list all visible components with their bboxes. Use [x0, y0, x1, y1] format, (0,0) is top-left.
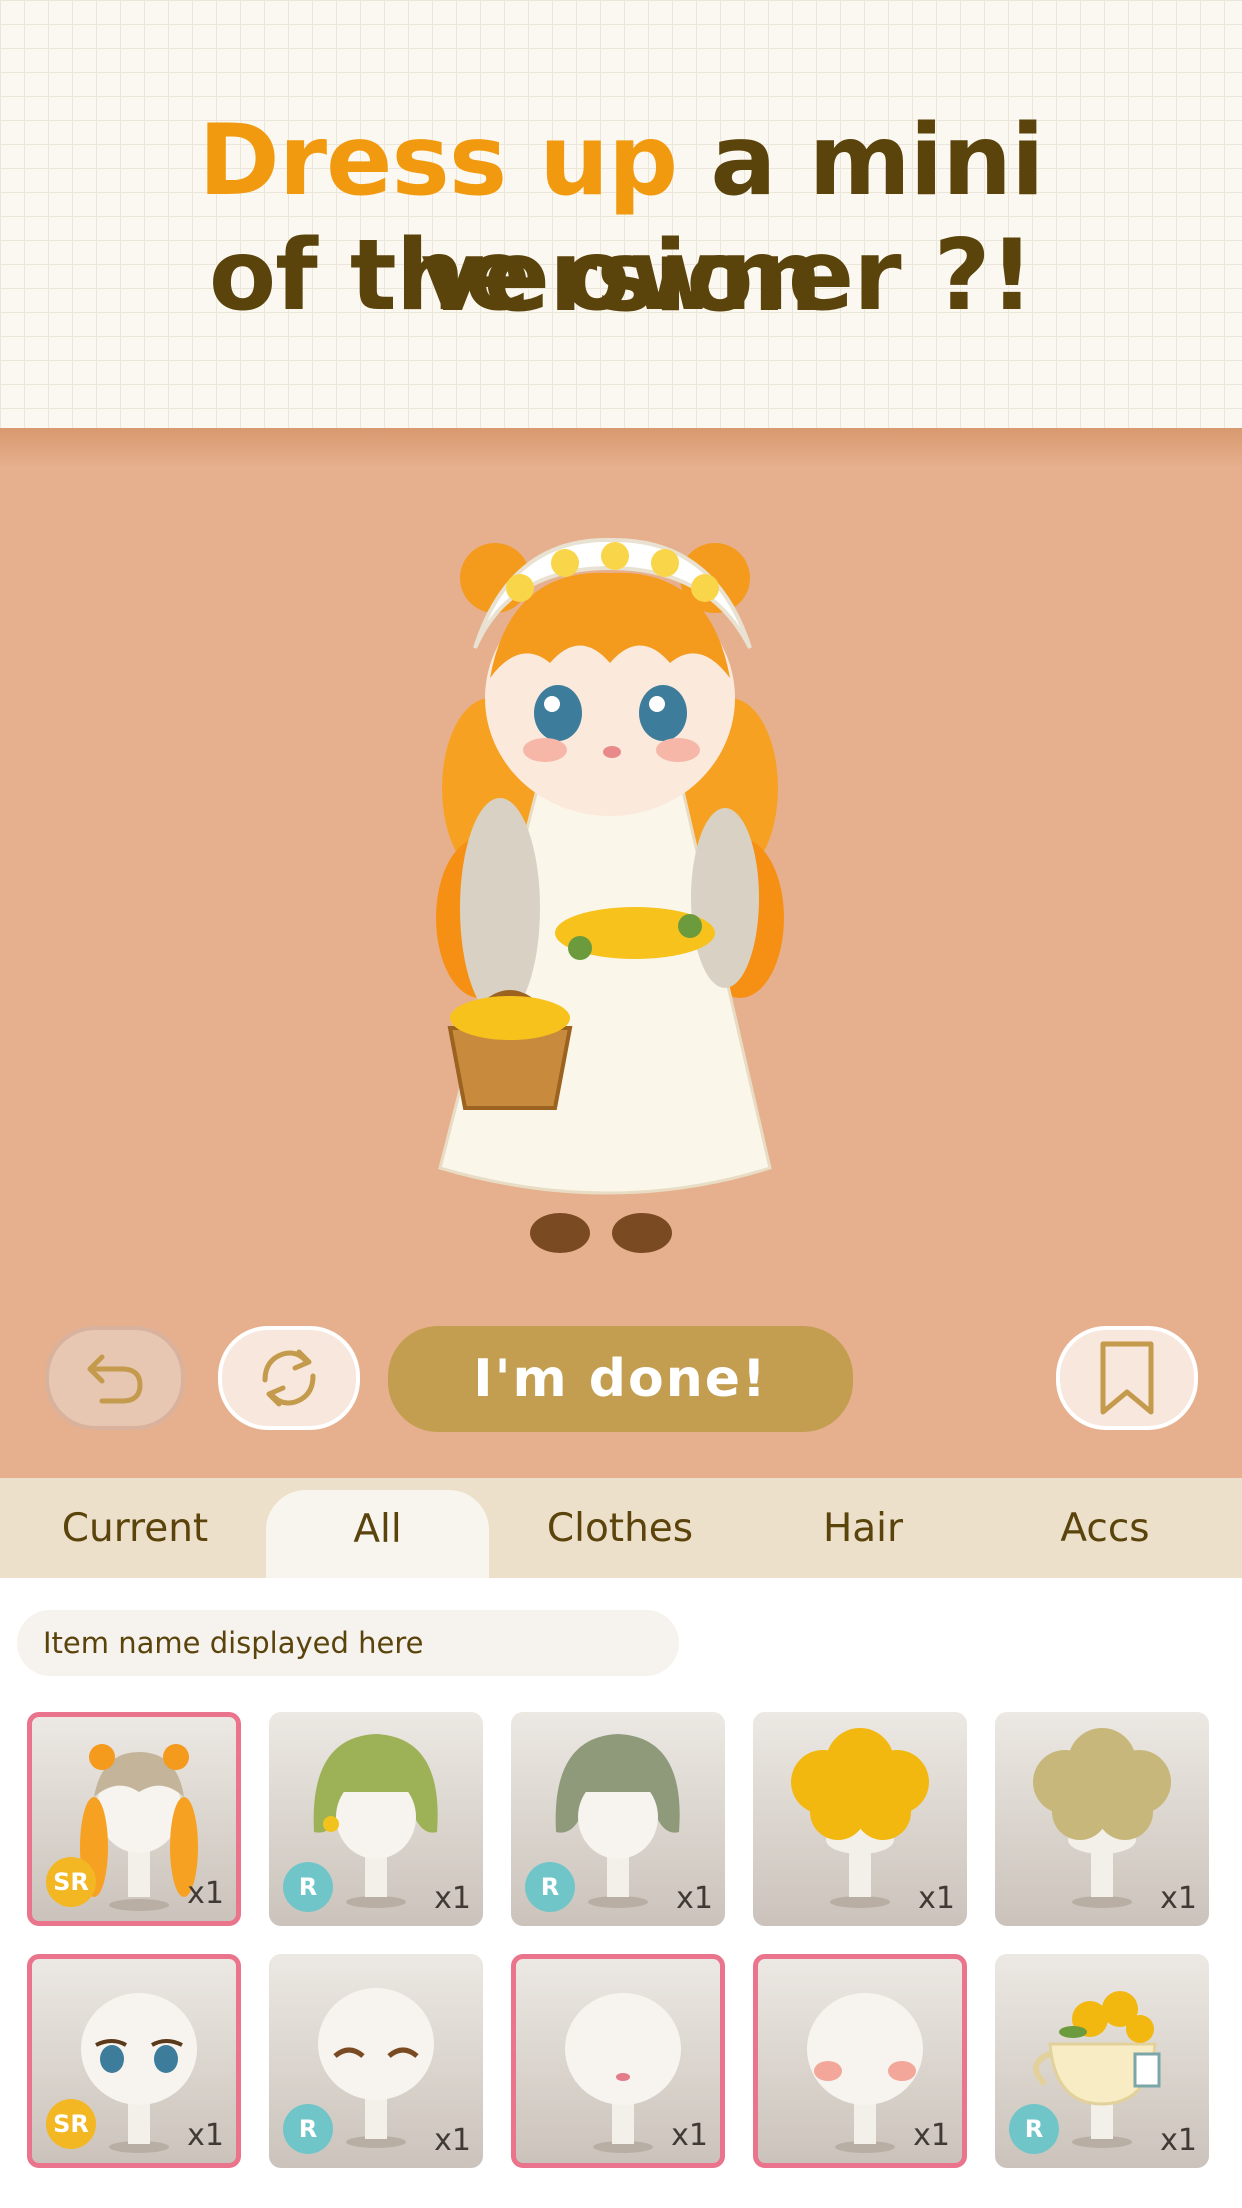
- item-count: x1: [1160, 1881, 1197, 1916]
- stage-shadow: [0, 428, 1242, 468]
- tab-current[interactable]: Current: [35, 1478, 235, 1578]
- item-card-yellow-fluffy-hair[interactable]: x1: [753, 1712, 967, 1926]
- rarity-badge: SR: [46, 1857, 96, 1907]
- item-count: x1: [434, 1881, 471, 1916]
- rarity-badge: SR: [46, 2099, 96, 2149]
- tab-accs[interactable]: Accs: [1005, 1478, 1205, 1578]
- item-card-small-mouth[interactable]: x1: [511, 1954, 725, 2168]
- item-card-teary-blue-eyes[interactable]: SR x1: [27, 1954, 241, 2168]
- item-name-display: Item name displayed here: [17, 1610, 679, 1676]
- item-count: x1: [671, 2118, 708, 2153]
- rarity-badge: R: [525, 1862, 575, 1912]
- rarity-badge: R: [1009, 2104, 1059, 2154]
- item-count: x1: [1160, 2123, 1197, 2158]
- item-count: x1: [913, 2118, 950, 2153]
- bookmark-icon: [1100, 1341, 1154, 1415]
- item-card-olive-fluffy-hair[interactable]: x1: [995, 1712, 1209, 1926]
- headline-line-2: of the owner ?!: [208, 219, 1034, 333]
- chibi-avatar: [436, 537, 784, 1253]
- item-card-smiling-closed-eyes[interactable]: R x1: [269, 1954, 483, 2168]
- category-tab-bar: Current All Clothes Hair Accs: [0, 1478, 1242, 1578]
- done-button[interactable]: I'm done!: [388, 1326, 853, 1432]
- avatar-stage: I'm done!: [0, 428, 1242, 1478]
- undo-button[interactable]: [45, 1326, 185, 1430]
- item-count: x1: [918, 1881, 955, 1916]
- item-card-orange-twin-braid-hair[interactable]: SR x1: [27, 1712, 241, 1926]
- rarity-badge: R: [283, 1862, 333, 1912]
- item-card-blush-cheeks[interactable]: x1: [753, 1954, 967, 2168]
- item-card-green-bob-hair-with-flower[interactable]: R x1: [269, 1712, 483, 1926]
- rarity-badge: R: [283, 2104, 333, 2154]
- refresh-icon: [262, 1349, 316, 1407]
- item-card-gray-green-bob-hair[interactable]: R x1: [511, 1712, 725, 1926]
- promo-banner: Dress up a mini version of the owner ?!: [0, 0, 1242, 428]
- item-card-teacup-flower-accessory[interactable]: R x1: [995, 1954, 1209, 2168]
- item-count: x1: [434, 2123, 471, 2158]
- headline-highlight: Dress up: [198, 104, 678, 218]
- item-count: x1: [676, 1881, 713, 1916]
- undo-arrow-icon: [87, 1354, 143, 1404]
- tab-clothes[interactable]: Clothes: [520, 1478, 720, 1578]
- tab-all[interactable]: All: [266, 1490, 489, 1578]
- bookmark-button[interactable]: [1056, 1326, 1198, 1430]
- tab-hair[interactable]: Hair: [763, 1478, 963, 1578]
- item-count: x1: [187, 2118, 224, 2153]
- refresh-button[interactable]: [218, 1326, 360, 1430]
- item-count: x1: [187, 1876, 224, 1911]
